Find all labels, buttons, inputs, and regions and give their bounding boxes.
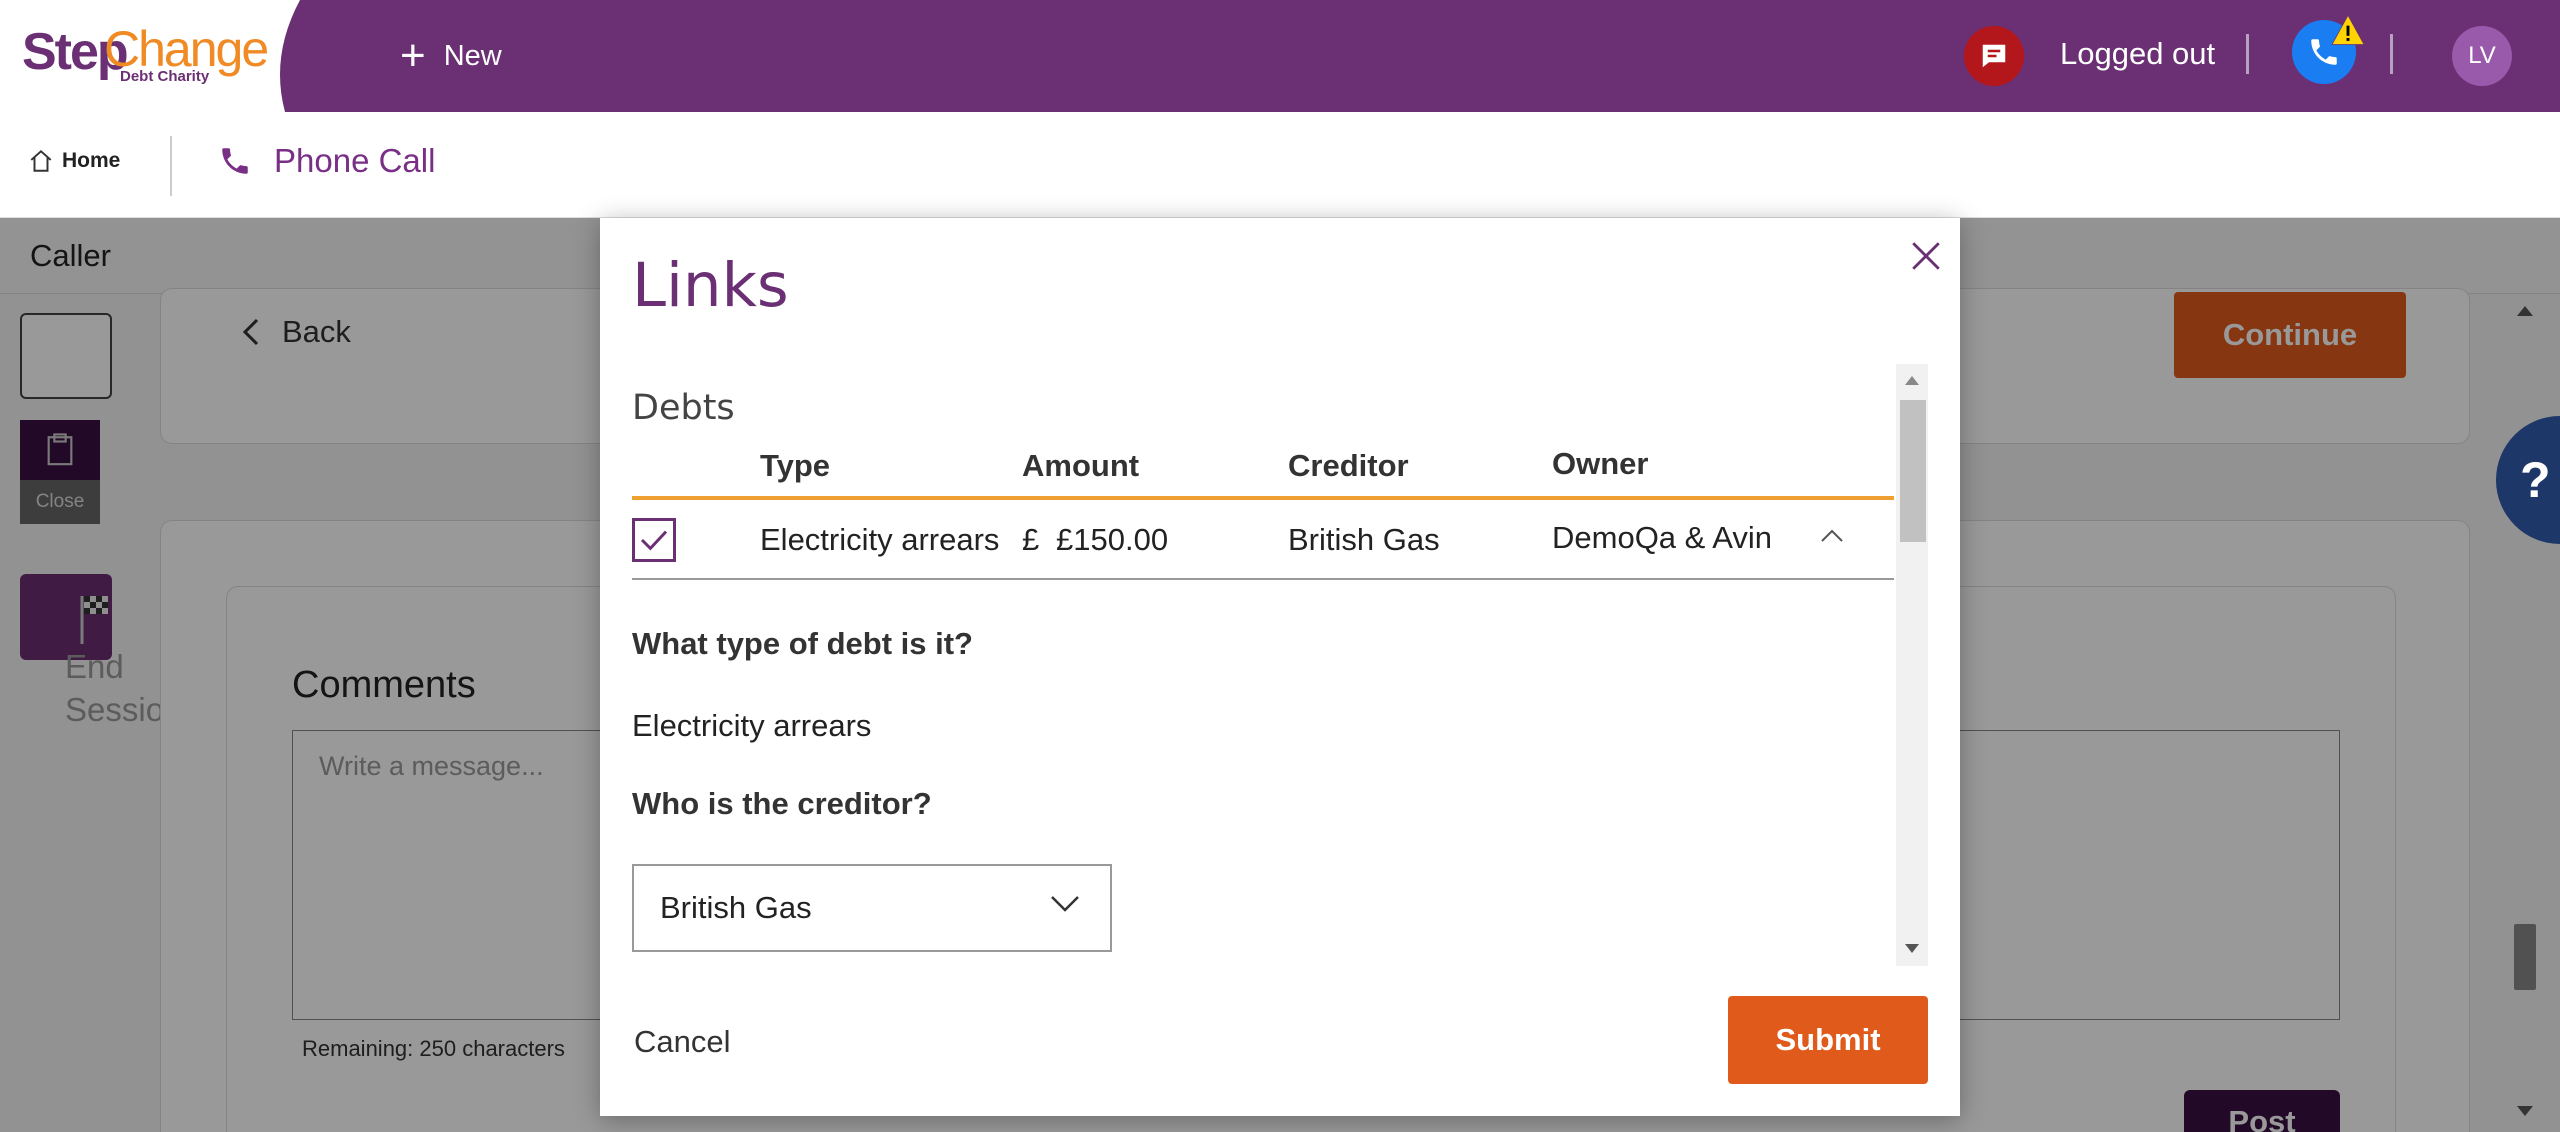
new-button-label: New	[443, 39, 502, 72]
divider	[2390, 34, 2393, 74]
new-button[interactable]: + New	[400, 30, 502, 82]
tab-phone-call[interactable]: Phone Call	[218, 142, 435, 180]
chat-icon[interactable]	[1964, 26, 2024, 86]
answer-debt-type: Electricity arrears	[632, 708, 872, 743]
question-debt-type: What type of debt is it?	[632, 626, 973, 661]
currency-symbol: £	[1022, 522, 1040, 557]
dialog-title: Links	[632, 250, 789, 321]
warning-icon	[2330, 14, 2366, 51]
dialog-scroll-area[interactable]: Debts Type Amount Creditor Owner Electri…	[632, 364, 1928, 966]
chevron-down-icon	[1051, 896, 1079, 912]
home-label: Home	[62, 149, 121, 172]
plus-icon: +	[400, 31, 426, 80]
dialog-scrollbar[interactable]	[1896, 364, 1928, 966]
phone-icon	[222, 148, 248, 174]
table-header: Type Amount Creditor Owner	[632, 442, 1894, 500]
check-icon	[640, 530, 668, 551]
question-creditor: Who is the creditor?	[632, 786, 932, 821]
chevron-up-icon[interactable]	[1820, 528, 1844, 544]
table-row[interactable]: Electricity arrears £ £150.00 British Ga…	[632, 500, 1894, 580]
logo[interactable]: Step Change Debt Charity	[0, 0, 305, 112]
column-header-amount: Amount	[1022, 448, 1140, 483]
tab-label: Phone Call	[274, 142, 436, 179]
debt-creditor: British Gas	[1288, 522, 1440, 557]
presence-status[interactable]: Logged out	[2060, 36, 2215, 72]
navigation-bar: Home Phone Call	[0, 112, 2560, 218]
column-header-type: Type	[760, 448, 831, 483]
top-header: Step Change Debt Charity + New Logged ou…	[0, 0, 2560, 112]
section-title: Debts	[632, 388, 735, 428]
scroll-up-icon[interactable]	[1905, 376, 1919, 385]
close-icon[interactable]	[1904, 234, 1948, 278]
column-header-owner: Owner	[1552, 446, 1649, 481]
home-icon	[30, 149, 52, 172]
submit-button[interactable]: Submit	[1728, 996, 1928, 1084]
column-header-creditor: Creditor	[1288, 448, 1409, 483]
divider	[2246, 34, 2249, 74]
home-link[interactable]: Home	[28, 148, 120, 174]
row-checkbox[interactable]	[632, 518, 676, 562]
cancel-button[interactable]: Cancel	[634, 1024, 731, 1060]
scroll-down-icon[interactable]	[1905, 944, 1919, 953]
dialog-scrollbar-thumb[interactable]	[1900, 400, 1926, 542]
creditor-select-value: British Gas	[660, 890, 812, 925]
links-dialog: Links Debts Type Amount Creditor Owner E…	[600, 218, 1960, 1116]
debt-owner: DemoQa & Avin	[1552, 520, 1772, 555]
divider	[170, 136, 172, 196]
debt-amount: £150.00	[1056, 522, 1169, 557]
logo-subtitle: Debt Charity	[120, 68, 210, 85]
creditor-select[interactable]: British Gas	[632, 864, 1112, 952]
avatar[interactable]: LV	[2452, 26, 2512, 86]
debt-type: Electricity arrears	[760, 522, 1000, 557]
